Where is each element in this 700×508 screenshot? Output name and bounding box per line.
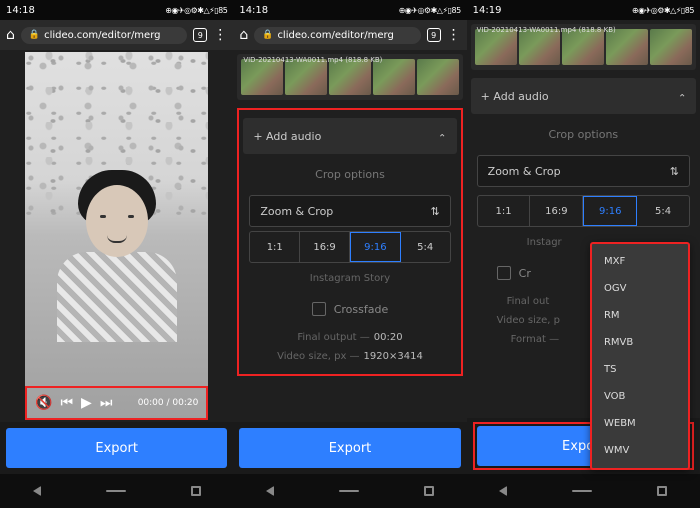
- prev-icon[interactable]: ⏮: [60, 395, 73, 411]
- clip-strip[interactable]: VID-20210413-WA0011.mp4 (818.8 KB): [471, 24, 696, 70]
- format-option[interactable]: TS: [592, 356, 688, 383]
- thumb: [241, 59, 283, 95]
- nav-back[interactable]: [266, 486, 274, 496]
- format-option[interactable]: MXF: [592, 248, 688, 275]
- plus-icon: +: [253, 130, 266, 143]
- more-icon[interactable]: ⋮: [447, 27, 461, 43]
- home-icon[interactable]: ⌂: [239, 27, 248, 43]
- plus-icon: +: [481, 90, 494, 103]
- status-icons: ⊕◉✈◎⚙✱△⚡▯85: [632, 6, 694, 15]
- format-dropdown-menu: MXF OGV RM RMVB TS VOB WEBM WMV: [590, 242, 690, 470]
- format-option[interactable]: WEBM: [592, 410, 688, 437]
- tabs-button[interactable]: 9: [193, 28, 207, 42]
- nav-home[interactable]: [339, 490, 359, 492]
- android-navbar: [0, 474, 233, 508]
- url-text: clideo.com/editor/merg: [44, 30, 160, 41]
- status-bar: 14:18 ⊕◉✈◎⚙✱△⚡▯85: [0, 0, 233, 20]
- ratio-9-16[interactable]: 9:16: [350, 232, 401, 262]
- format-option[interactable]: RM: [592, 302, 688, 329]
- nav-home[interactable]: [106, 490, 126, 492]
- tabs-button[interactable]: 9: [427, 28, 441, 42]
- thumb: [606, 29, 648, 65]
- url-chip[interactable]: 🔒 clideo.com/editor/merg: [254, 27, 420, 44]
- android-navbar: [233, 474, 466, 508]
- nav-back[interactable]: [33, 486, 41, 496]
- ratio-5-4[interactable]: 5:4: [401, 232, 450, 262]
- nav-recent[interactable]: [657, 486, 667, 496]
- thumb: [329, 59, 371, 95]
- select-arrows-icon: ⇅: [430, 205, 439, 218]
- ratio-9-16[interactable]: 9:16: [583, 196, 637, 226]
- video-preview[interactable]: 🔇 ⏮ ▶ ⏭ 00:00 / 00:20: [25, 52, 208, 420]
- video-frame: [25, 52, 208, 420]
- url-text: clideo.com/editor/merg: [277, 30, 393, 41]
- ratio-16-9[interactable]: 16:9: [530, 196, 583, 226]
- more-icon[interactable]: ⋮: [213, 27, 227, 43]
- mute-icon[interactable]: 🔇: [35, 395, 52, 411]
- format-option[interactable]: RMVB: [592, 329, 688, 356]
- status-time: 14:18: [239, 5, 268, 16]
- thumb: [475, 29, 517, 65]
- ratio-5-4[interactable]: 5:4: [637, 196, 689, 226]
- crop-title: Crop options: [467, 118, 700, 151]
- thumb: [417, 59, 459, 95]
- status-icons: ⊕◉✈◎⚙✱△⚡▯85: [399, 6, 461, 15]
- next-icon[interactable]: ⏭: [100, 395, 113, 411]
- status-icons: ⊕◉✈◎⚙✱△⚡▯85: [165, 6, 227, 15]
- ratio-1-1[interactable]: 1:1: [478, 196, 531, 226]
- clip-strip[interactable]: VID-20210413-WA0011.mp4 (818.8 KB): [237, 54, 462, 100]
- play-icon[interactable]: ▶: [81, 395, 92, 411]
- add-audio-button[interactable]: + Add audio ⌄: [471, 78, 696, 114]
- nav-back[interactable]: [499, 486, 507, 496]
- thumb: [519, 29, 561, 65]
- checkbox-icon: [312, 302, 326, 316]
- format-option[interactable]: VOB: [592, 383, 688, 410]
- url-chip[interactable]: 🔒 clideo.com/editor/merg: [21, 27, 187, 44]
- thumb: [285, 59, 327, 95]
- ratio-selector: 1:1 16:9 9:16 5:4: [249, 231, 450, 263]
- thumb: [650, 29, 692, 65]
- ratio-selector: 1:1 16:9 9:16 5:4: [477, 195, 690, 227]
- nav-home[interactable]: [572, 490, 592, 492]
- android-navbar: [467, 474, 700, 508]
- browser-urlbar: ⌂ 🔒 clideo.com/editor/merg 9 ⋮: [233, 20, 466, 50]
- lock-icon: 🔒: [262, 30, 273, 40]
- status-bar: 14:18 ⊕◉✈◎⚙✱△⚡▯85: [233, 0, 466, 20]
- status-time: 14:19: [473, 5, 502, 16]
- thumb: [562, 29, 604, 65]
- select-arrows-icon: ⇅: [670, 165, 679, 178]
- chevron-up-icon: ⌄: [678, 91, 686, 102]
- options-panel: + Add audio ⌄ Crop options Zoom & Crop⇅ …: [237, 108, 462, 376]
- player-time: 00:00 / 00:20: [138, 398, 199, 408]
- nav-recent[interactable]: [424, 486, 434, 496]
- checkbox-icon: [497, 266, 511, 280]
- crop-title: Crop options: [239, 158, 460, 191]
- lock-icon: 🔒: [29, 30, 40, 40]
- add-audio-button[interactable]: + Add audio ⌄: [243, 118, 456, 154]
- export-button[interactable]: Export: [239, 428, 460, 468]
- format-option[interactable]: OGV: [592, 275, 688, 302]
- clip-label: VID-20210413-WA0011.mp4 (818.8 KB): [477, 26, 616, 34]
- clip-label: VID-20210413-WA0011.mp4 (818.8 KB): [243, 56, 382, 64]
- status-bar: 14:19 ⊕◉✈◎⚙✱△⚡▯85: [467, 0, 700, 20]
- ratio-label: Instagram Story: [239, 267, 460, 290]
- crop-mode-select[interactable]: Zoom & Crop⇅: [249, 195, 450, 227]
- format-option[interactable]: WMV: [592, 437, 688, 464]
- thumb: [373, 59, 415, 95]
- ratio-16-9[interactable]: 16:9: [300, 232, 350, 262]
- chevron-up-icon: ⌄: [438, 131, 446, 142]
- video-size-row: Video size, px —1920×3414: [239, 347, 460, 366]
- export-button[interactable]: Export: [6, 428, 227, 468]
- ratio-1-1[interactable]: 1:1: [250, 232, 300, 262]
- crossfade-toggle[interactable]: Crossfade: [239, 290, 460, 328]
- final-output-row: Final output —00:20: [239, 328, 460, 347]
- crop-mode-select[interactable]: Zoom & Crop⇅: [477, 155, 690, 187]
- home-icon[interactable]: ⌂: [6, 27, 15, 43]
- status-time: 14:18: [6, 5, 35, 16]
- nav-recent[interactable]: [191, 486, 201, 496]
- browser-urlbar: ⌂ 🔒 clideo.com/editor/merg 9 ⋮: [0, 20, 233, 50]
- player-controls: 🔇 ⏮ ▶ ⏭ 00:00 / 00:20: [25, 386, 208, 420]
